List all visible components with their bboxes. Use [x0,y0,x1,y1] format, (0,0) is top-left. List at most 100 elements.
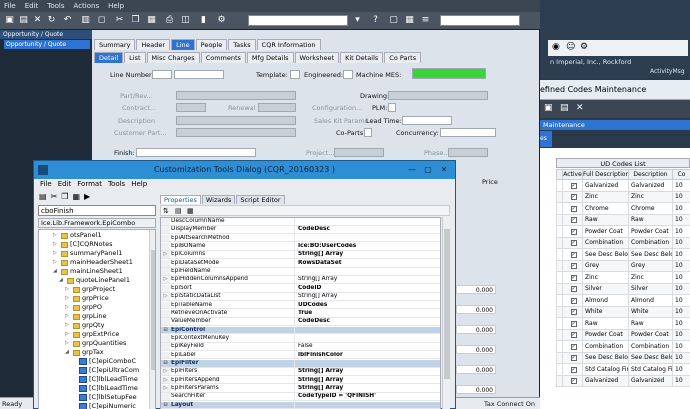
company-cell[interactable]: 10 [672,179,690,192]
property-value[interactable]: String[] Array [298,368,440,376]
cut-icon[interactable]: ✂ [114,15,125,26]
property-value[interactable]: String[] Array [298,385,440,393]
description-cell[interactable]: Zinc [628,271,673,284]
company-cell[interactable]: 10 [672,351,690,364]
minimize-icon[interactable]: — [406,164,418,176]
description-cell[interactable]: See Desc Below [628,351,673,364]
active-checkbox[interactable]: ✓ [570,194,577,201]
property-scrollbar[interactable] [442,217,450,409]
categorized-icon[interactable]: ▤ [175,207,182,215]
part-rev-input[interactable] [176,91,296,100]
tree-node[interactable]: ▷ grpLine [65,312,106,321]
tree-node[interactable]: ◢ quoteLinePanel1 [59,276,130,285]
description-cell[interactable]: Grey [628,259,673,272]
menu-file[interactable]: File [4,2,16,12]
active-checkbox[interactable]: ✓ [570,366,577,373]
tab-properties[interactable]: Properties [160,195,201,204]
property-category[interactable]: ⊟ Layout [161,401,440,409]
tree-node[interactable]: [C]epiComboC [71,357,136,366]
project-input[interactable] [334,148,384,157]
full-description-cell[interactable]: Std Catalog Finis [582,363,629,376]
user-icon[interactable]: ☺ [566,42,575,52]
property-row[interactable]: EpiKeyField False [161,343,440,352]
tree-node[interactable]: [C]lblLeadTime [71,375,138,384]
active-cell[interactable]: ✓ [562,282,583,295]
active-cell[interactable]: ✓ [562,248,583,261]
paste-icon[interactable]: ▦ [72,192,80,202]
dialog-menu-file[interactable]: File [40,180,52,190]
description-cell[interactable]: White [628,305,673,318]
save-icon[interactable]: ▤ [18,15,29,26]
full-description-cell[interactable]: Galvanized [582,179,629,192]
property-value[interactable]: String[] Array [298,293,440,301]
test-icon[interactable]: ▶ [84,192,90,202]
refresh-icon[interactable]: ↻ [46,15,57,26]
phase-input[interactable] [448,148,488,157]
save-icon[interactable]: ▤ [39,192,47,202]
full-description-cell[interactable]: Zinc [582,271,629,284]
tool-icon[interactable]: ⚙ [216,15,227,26]
window-icon[interactable]: ▢ [388,15,399,26]
expand-icon[interactable]: ▷ [65,330,73,339]
property-category[interactable]: ⊟ EpiControl [161,326,440,335]
company-cell[interactable]: 10 [672,213,690,226]
delete-icon[interactable]: ✕ [32,15,43,26]
ud-codes-side-tab[interactable]: es [540,131,552,147]
delete-record-icon[interactable]: ✕ [576,103,584,113]
configuration-button[interactable]: Configuration... [312,104,362,112]
expand-icon[interactable]: ▷ [53,258,61,267]
preview-icon[interactable]: ◫ [180,15,191,26]
tab-co-parts[interactable]: Co Parts [384,52,422,63]
full-description-cell[interactable]: Almond [582,294,629,307]
tab-people[interactable]: People [195,39,228,50]
full-description-cell[interactable]: Galvanized [582,374,629,387]
company-cell[interactable]: 10 [672,271,690,284]
expand-icon[interactable]: ▷ [53,240,61,249]
company-cell[interactable]: 10 [672,340,690,353]
property-value[interactable]: Ice:BO:UserCodes [298,243,440,251]
save-record-icon[interactable]: ▤ [560,103,569,113]
company-cell[interactable]: 10 [672,317,690,330]
active-cell[interactable]: ✓ [562,340,583,353]
property-row[interactable]: ▷ EpiHiddenColumnsAppend String[] Array [161,276,440,285]
full-description-cell[interactable]: Combination [582,340,629,353]
tree-node[interactable]: ▷ otsPanel1 [53,231,102,240]
company-cell[interactable]: 10 [672,328,690,341]
tree-scrollbar[interactable] [149,230,155,409]
table-row[interactable]: ✓ Zinc Zinc 10 [556,190,690,203]
tab-worksheet[interactable]: Worksheet [294,52,340,63]
property-value[interactable]: RowsDataSet [298,260,440,268]
property-row[interactable]: EpiSort CodeID [161,284,440,293]
property-category[interactable]: ⊟ EpiFilter [161,359,440,368]
full-description-cell[interactable]: Silver [582,282,629,295]
property-value[interactable]: False [298,343,440,351]
close-icon[interactable]: ✕ [438,164,450,176]
expand-icon[interactable]: ▷ [161,276,170,284]
tab-wizards[interactable]: Wizards [201,195,236,204]
active-checkbox[interactable]: ✓ [570,286,577,293]
tree-node[interactable]: ▷ summaryPanel1 [53,249,122,258]
customer-part-input[interactable] [176,128,296,137]
description-cell[interactable]: Zinc [628,190,673,203]
property-value[interactable]: True [298,310,440,318]
expand-icon[interactable]: ▷ [161,368,170,376]
expand-icon[interactable]: ▷ [65,303,73,312]
maximize-icon[interactable]: ▢ [422,164,434,176]
property-value[interactable]: CodeTypeID = 'QFINISH' [298,393,440,401]
active-checkbox[interactable]: ✓ [570,263,577,270]
table-row[interactable]: ✓ Combination Combination 10 [556,236,690,249]
active-cell[interactable]: ✓ [562,225,583,238]
company-cell[interactable]: 10 [672,190,690,203]
active-cell[interactable]: ✓ [562,351,583,364]
tab-line[interactable]: Line [171,39,195,50]
tree-node[interactable]: [C]lblSetupFee [71,393,137,402]
line-number-input[interactable] [152,70,172,79]
active-cell[interactable]: ✓ [562,202,583,215]
table-row[interactable]: ✓ White White 10 [556,305,690,318]
table-row[interactable]: ✓See Desc BelowSee Desc Below10 [556,351,690,364]
menu-edit[interactable]: Edit [25,2,39,12]
active-cell[interactable]: ✓ [562,305,583,318]
property-row[interactable]: SearchFilter CodeTypeID = 'QFINISH' [161,393,440,402]
property-value[interactable]: String[] Array [298,377,440,385]
col-company[interactable]: Co [672,169,690,180]
